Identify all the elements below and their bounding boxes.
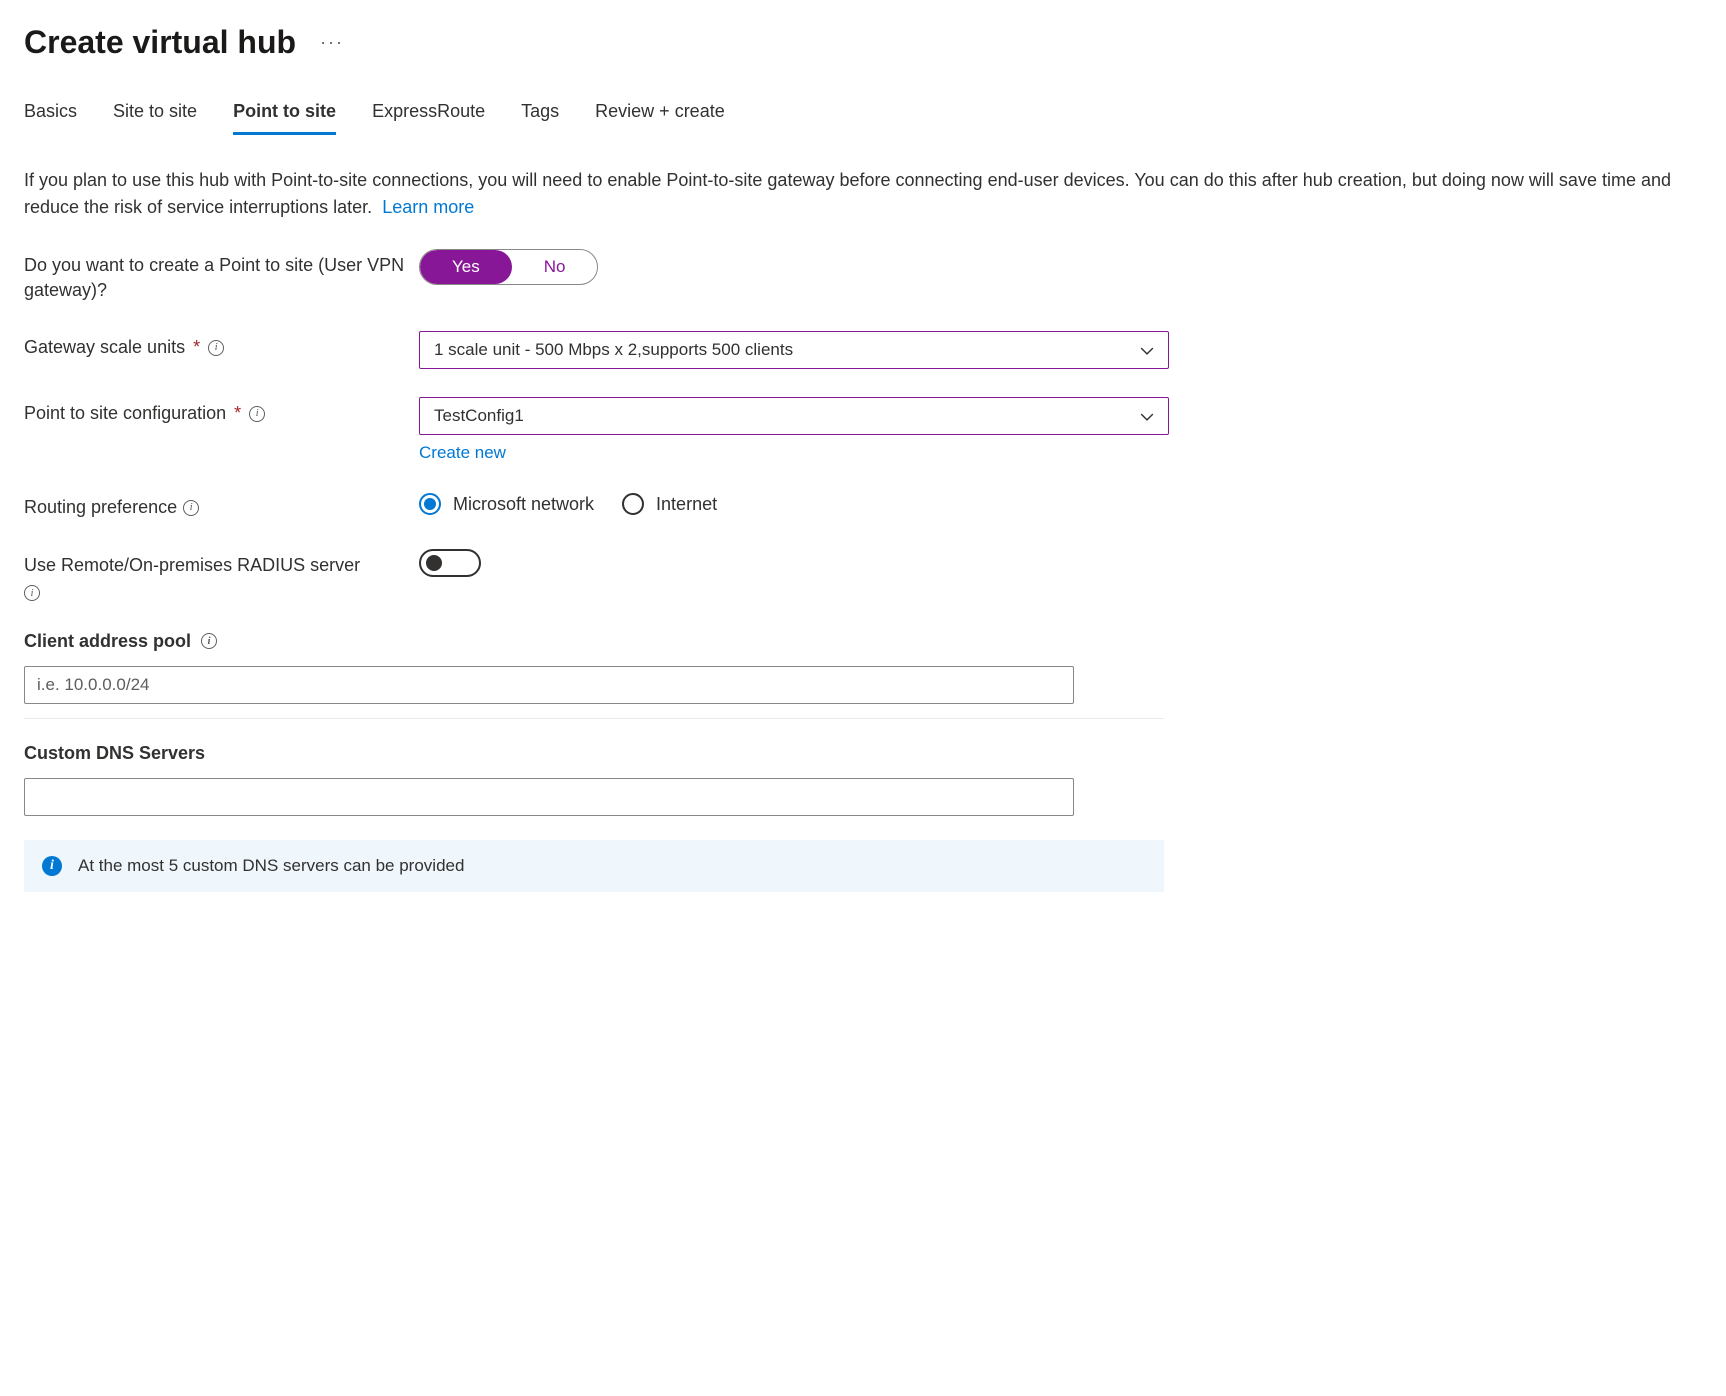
gateway-scale-units-label-text: Gateway scale units xyxy=(24,335,185,360)
required-indicator: * xyxy=(234,401,241,426)
gateway-scale-units-select[interactable]: 1 scale unit - 500 Mbps x 2,supports 500… xyxy=(419,331,1169,369)
chevron-down-icon xyxy=(1140,409,1154,423)
radio-microsoft-network[interactable]: Microsoft network xyxy=(419,493,594,515)
p2s-config-select[interactable]: TestConfig1 xyxy=(419,397,1169,435)
toggle-no[interactable]: No xyxy=(512,250,598,284)
create-p2s-toggle[interactable]: Yes No xyxy=(419,249,598,285)
tab-point-to-site[interactable]: Point to site xyxy=(233,101,336,135)
p2s-config-value: TestConfig1 xyxy=(434,406,524,426)
switch-knob-icon xyxy=(426,555,442,571)
client-address-pool-input[interactable] xyxy=(24,666,1074,704)
description-text: If you plan to use this hub with Point-t… xyxy=(24,167,1702,221)
radio-internet[interactable]: Internet xyxy=(622,493,717,515)
custom-dns-header: Custom DNS Servers xyxy=(24,743,1702,764)
learn-more-link[interactable]: Learn more xyxy=(382,197,474,217)
info-icon[interactable]: i xyxy=(24,585,40,601)
info-icon[interactable]: i xyxy=(249,406,265,422)
routing-preference-label: Routing preference i xyxy=(24,491,419,520)
radius-switch[interactable] xyxy=(419,549,481,577)
more-icon[interactable]: ··· xyxy=(320,32,344,53)
p2s-config-label-text: Point to site configuration xyxy=(24,401,226,426)
create-p2s-label: Do you want to create a Point to site (U… xyxy=(24,249,419,303)
info-banner: i At the most 5 custom DNS servers can b… xyxy=(24,840,1164,892)
routing-preference-radio-group: Microsoft network Internet xyxy=(419,491,1169,515)
tab-review-create[interactable]: Review + create xyxy=(595,101,725,135)
client-address-pool-header: Client address pool i xyxy=(24,631,1702,652)
tab-tags[interactable]: Tags xyxy=(521,101,559,135)
info-banner-text: At the most 5 custom DNS servers can be … xyxy=(78,856,464,876)
radius-label: Use Remote/On-premises RADIUS server i xyxy=(24,549,419,603)
info-icon[interactable]: i xyxy=(183,500,199,516)
page-title: Create virtual hub xyxy=(24,24,296,61)
info-icon[interactable]: i xyxy=(208,340,224,356)
description-body: If you plan to use this hub with Point-t… xyxy=(24,170,1671,217)
toggle-yes[interactable]: Yes xyxy=(420,250,512,284)
chevron-down-icon xyxy=(1140,343,1154,357)
create-new-link[interactable]: Create new xyxy=(419,443,506,463)
required-indicator: * xyxy=(193,335,200,360)
radio-circle-icon xyxy=(622,493,644,515)
p2s-config-label: Point to site configuration * i xyxy=(24,397,419,426)
tab-expressroute[interactable]: ExpressRoute xyxy=(372,101,485,135)
gateway-scale-units-label: Gateway scale units * i xyxy=(24,331,419,360)
client-address-pool-label: Client address pool xyxy=(24,631,191,652)
gateway-scale-units-value: 1 scale unit - 500 Mbps x 2,supports 500… xyxy=(434,340,793,360)
radius-label-text: Use Remote/On-premises RADIUS server xyxy=(24,555,360,575)
radio-circle-icon xyxy=(419,493,441,515)
info-icon[interactable]: i xyxy=(201,633,217,649)
tabs: Basics Site to site Point to site Expres… xyxy=(24,101,1702,135)
routing-preference-label-text: Routing preference xyxy=(24,495,177,520)
tab-basics[interactable]: Basics xyxy=(24,101,77,135)
divider xyxy=(24,718,1164,719)
tab-site-to-site[interactable]: Site to site xyxy=(113,101,197,135)
radio-internet-label: Internet xyxy=(656,494,717,515)
custom-dns-label: Custom DNS Servers xyxy=(24,743,205,764)
radio-microsoft-label: Microsoft network xyxy=(453,494,594,515)
custom-dns-input[interactable] xyxy=(24,778,1074,816)
info-banner-icon: i xyxy=(42,856,62,876)
